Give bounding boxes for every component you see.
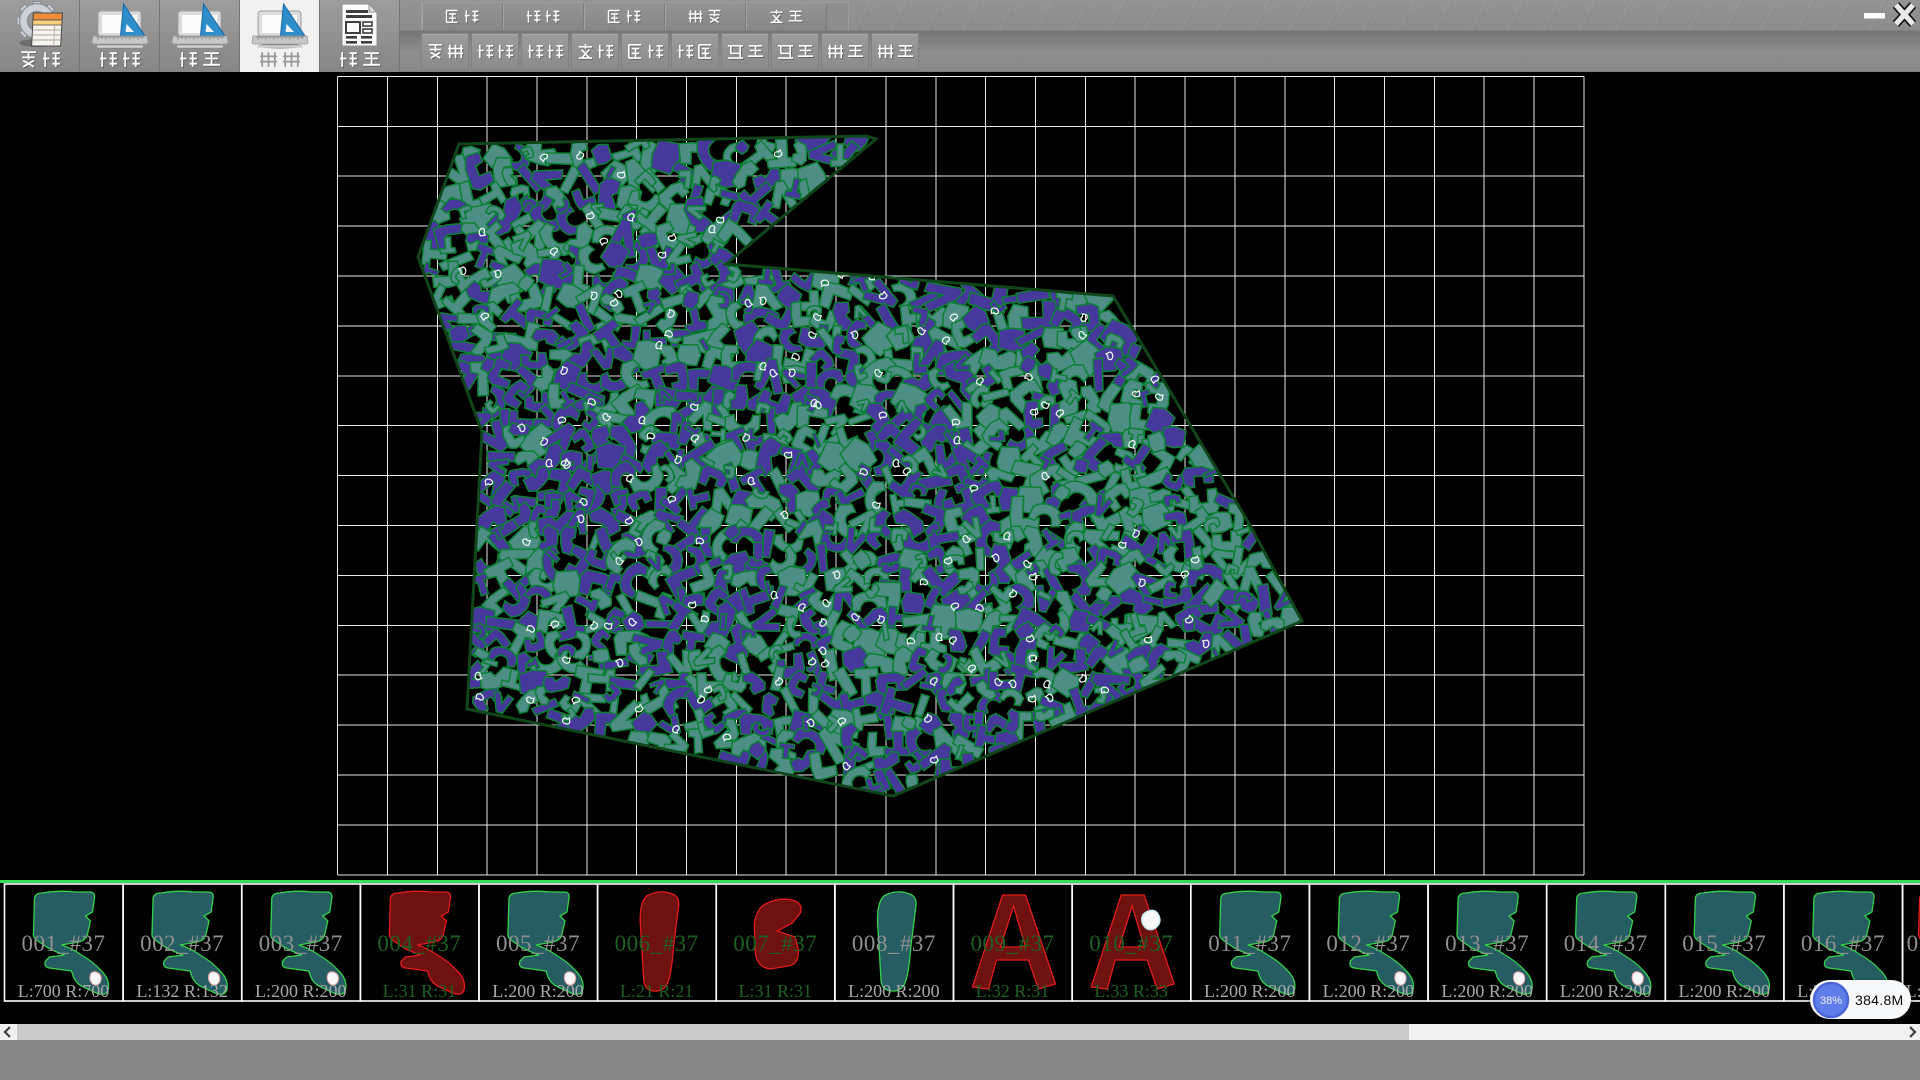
svg-text:L:200 R:200: L:200 R:200: [492, 981, 584, 1001]
svg-text:004_#37: 004_#37: [377, 931, 461, 956]
svg-text:L:200 R:200: L:200 R:200: [1323, 981, 1415, 1001]
svg-text:L:32 R:31: L:32 R:31: [976, 981, 1050, 1001]
svg-text:014_#37: 014_#37: [1564, 931, 1648, 956]
svg-text:013_#37: 013_#37: [1445, 931, 1529, 956]
svg-text:38%: 38%: [1820, 995, 1842, 1007]
svg-text:016_#37: 016_#37: [1801, 931, 1885, 956]
svg-text:010_#37: 010_#37: [1089, 931, 1173, 956]
svg-text:L:33 R:33: L:33 R:33: [1094, 981, 1168, 1001]
svg-text:012_#37: 012_#37: [1326, 931, 1410, 956]
svg-text:L:21 R:21: L:21 R:21: [620, 981, 694, 1001]
svg-text:L:200 R:200: L:200 R:200: [848, 981, 940, 1001]
svg-text:015_#37: 015_#37: [1682, 931, 1766, 956]
svg-text:L:200 R:200: L:200 R:200: [1679, 981, 1771, 1001]
svg-text:009_#37: 009_#37: [971, 931, 1055, 956]
svg-text:002_#37: 002_#37: [140, 931, 224, 956]
svg-text:003_#37: 003_#37: [259, 931, 343, 956]
svg-text:007_#37: 007_#37: [733, 931, 817, 956]
svg-text:L:31 R:31: L:31 R:31: [739, 981, 813, 1001]
svg-text:L:200 R:200: L:200 R:200: [1441, 981, 1533, 1001]
svg-text:L:31 R:31: L:31 R:31: [383, 981, 457, 1001]
svg-text:006_#37: 006_#37: [615, 931, 699, 956]
svg-text:L:132 R:132: L:132 R:132: [136, 981, 228, 1001]
svg-text:L:200 R:200: L:200 R:200: [1560, 981, 1652, 1001]
svg-text:001_#37: 001_#37: [22, 931, 106, 956]
svg-text:011_#37: 011_#37: [1208, 931, 1291, 956]
svg-text:017_#37: 017_#37: [1907, 931, 1920, 956]
svg-text:L:200 R:200: L:200 R:200: [255, 981, 347, 1001]
svg-text:005_#37: 005_#37: [496, 931, 580, 956]
svg-text:L:200 R:200: L:200 R:200: [1204, 981, 1296, 1001]
svg-text:L:700 R:700: L:700 R:700: [18, 981, 110, 1001]
svg-text:008_#37: 008_#37: [852, 931, 936, 956]
